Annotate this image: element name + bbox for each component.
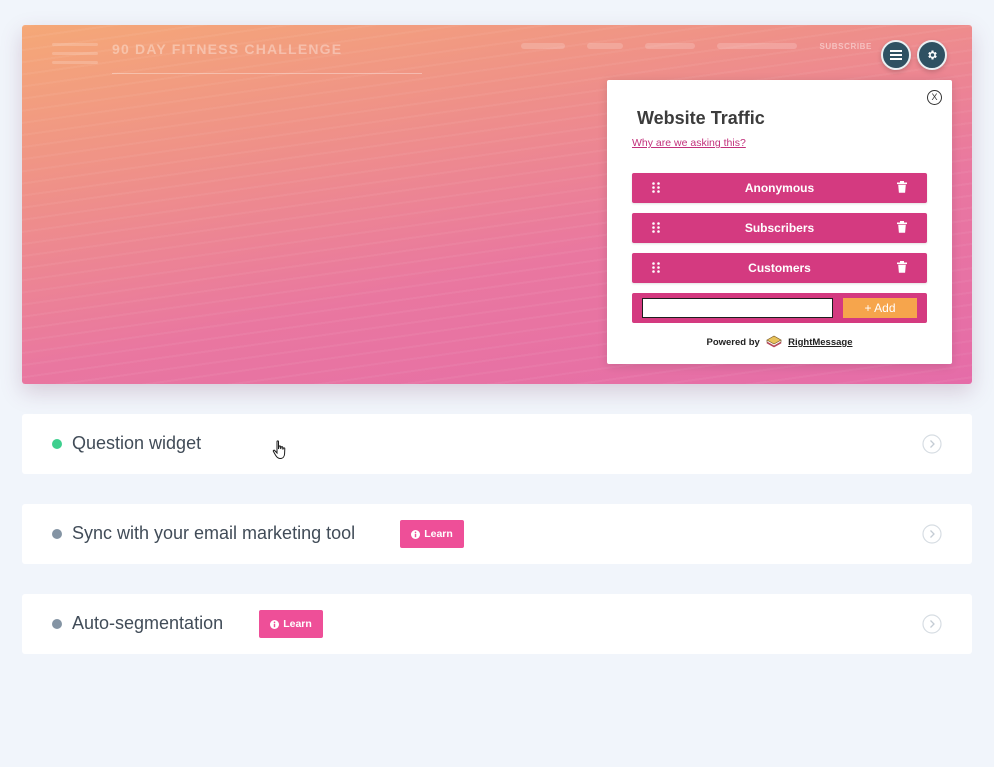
- drag-handle-icon[interactable]: [652, 262, 660, 273]
- learn-label: Learn: [424, 528, 453, 540]
- rightmessage-logo-icon: [766, 335, 783, 348]
- drag-handle-icon[interactable]: [652, 182, 660, 193]
- powered-by: Powered by RightMessage: [607, 335, 952, 348]
- info-icon: [270, 619, 280, 629]
- learn-label: Learn: [283, 618, 312, 630]
- add-option-row: + Add: [632, 293, 927, 323]
- settings-button[interactable]: [917, 40, 947, 70]
- option-label: Anonymous: [744, 181, 815, 195]
- chevron-right-icon[interactable]: [922, 524, 942, 544]
- hand-cursor-icon: [272, 440, 286, 460]
- question-widget: X Website Traffic Why are we asking this…: [607, 80, 952, 364]
- rightmessage-link[interactable]: RightMessage: [788, 337, 852, 348]
- feature-label: Question widget: [72, 433, 202, 453]
- info-icon: [411, 529, 421, 539]
- option-customers[interactable]: Customers: [632, 253, 927, 283]
- learn-button[interactable]: Learn: [259, 610, 323, 638]
- site-nav-item: [717, 43, 798, 49]
- trash-icon[interactable]: [897, 221, 907, 233]
- trash-icon[interactable]: [897, 181, 907, 193]
- site-nav-item: [587, 43, 624, 49]
- new-option-input[interactable]: [642, 298, 833, 318]
- site-nav-item: [645, 43, 696, 49]
- status-dot-inactive: [52, 619, 62, 629]
- option-label: Customers: [748, 261, 811, 275]
- add-option-button[interactable]: + Add: [843, 298, 917, 318]
- option-anonymous[interactable]: Anonymous: [632, 173, 927, 203]
- close-button[interactable]: X: [927, 90, 942, 105]
- menu-button[interactable]: [881, 40, 911, 70]
- option-subscribers[interactable]: Subscribers: [632, 213, 927, 243]
- site-nav-item: [521, 43, 566, 49]
- gear-icon: [928, 50, 937, 60]
- site-logo: [52, 37, 98, 81]
- chevron-right-icon[interactable]: [922, 434, 942, 454]
- learn-button[interactable]: Learn: [400, 520, 464, 548]
- site-preview: 90 DAY FITNESS CHALLENGE SUBSCRIBE X Web…: [22, 25, 972, 384]
- site-title-underline: [112, 73, 422, 74]
- site-nav-subscribe: SUBSCRIBE: [819, 42, 872, 51]
- option-label: Subscribers: [744, 221, 815, 235]
- feature-label: Sync with your email marketing tool: [72, 523, 356, 543]
- hamburger-menu-icon: [890, 50, 902, 60]
- why-asking-link[interactable]: Why are we asking this?: [632, 137, 746, 149]
- feature-auto-segmentation[interactable]: Auto-segmentation Learn: [22, 594, 972, 654]
- site-nav: SUBSCRIBE: [521, 43, 872, 51]
- site-title: 90 DAY FITNESS CHALLENGE: [112, 41, 343, 57]
- chevron-right-icon[interactable]: [922, 614, 942, 634]
- drag-handle-icon[interactable]: [652, 222, 660, 233]
- feature-label: Auto-segmentation: [72, 613, 224, 633]
- feature-question-widget[interactable]: Question widget: [22, 414, 972, 474]
- powered-by-text: Powered by: [706, 337, 760, 348]
- feature-email-sync[interactable]: Sync with your email marketing tool Lear…: [22, 504, 972, 564]
- status-dot-inactive: [52, 529, 62, 539]
- trash-icon[interactable]: [897, 261, 907, 273]
- widget-title: Website Traffic: [637, 108, 765, 128]
- status-dot-active: [52, 439, 62, 449]
